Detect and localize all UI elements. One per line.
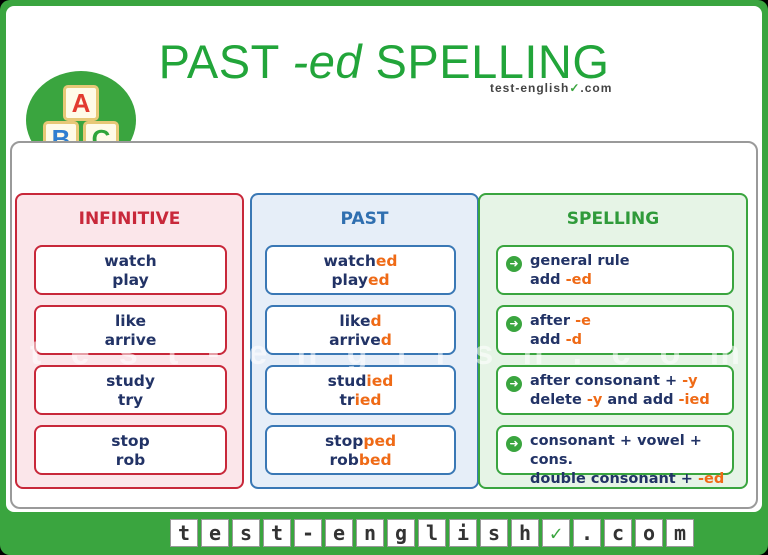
infinitive-header: INFINITIVE [78, 209, 181, 229]
watermark-letter: m [709, 333, 740, 372]
footer-letter-box: o [635, 519, 663, 547]
watermark-letter: o [659, 333, 681, 372]
footer-letter-box: t [170, 519, 198, 547]
brand-logo-text: test-english✓.com [490, 81, 613, 95]
block-a: A [63, 85, 99, 121]
past-card: watched played [265, 245, 456, 295]
infinitive-card: watch play [34, 245, 227, 295]
footer-letter-box: g [387, 519, 415, 547]
watermark: test-english.com [30, 334, 740, 372]
watermark-letter: n [296, 333, 318, 372]
footer-letter-box: n [356, 519, 384, 547]
footer-letter-box: s [480, 519, 508, 547]
infinitive-card: study try [34, 365, 227, 415]
footer-letter-box: - [294, 519, 322, 547]
watermark-letter: t [30, 333, 42, 372]
spelling-rule-card: ➜ after consonant + -y delete -y and add… [496, 365, 734, 415]
watermark-letter: h [522, 333, 544, 372]
watermark-letter: g [346, 333, 368, 372]
footer-brand: t e s t - e n g l i s h ✓. c o m [170, 519, 694, 547]
footer-letter-box: h [511, 519, 539, 547]
arrow-right-icon: ➜ [506, 436, 522, 452]
footer-letter-box: e [325, 519, 353, 547]
footer-letter-box: . [573, 519, 601, 547]
footer-letter-box: ✓ [542, 519, 570, 547]
footer-letter-box: l [418, 519, 446, 547]
past-card: stopped robbed [265, 425, 456, 475]
past-card: studied tried [265, 365, 456, 415]
watermark-letter: t [167, 333, 179, 372]
spelling-rule-card: ➜ consonant + vowel + cons. double conso… [496, 425, 734, 487]
spelling-header: SPELLING [566, 209, 660, 229]
footer-letter-box: c [604, 519, 632, 547]
arrow-right-icon: ➜ [506, 256, 522, 272]
watermark-letter: . [572, 333, 583, 372]
watermark-letter: - [207, 333, 220, 372]
arrow-right-icon: ➜ [506, 316, 522, 332]
past-header: PAST [340, 209, 389, 229]
spelling-rule-card: ➜ general rule add -ed [496, 245, 734, 295]
footer-letter-box: i [449, 519, 477, 547]
watermark-letter: e [70, 333, 90, 372]
arrow-right-icon: ➜ [506, 376, 522, 392]
watermark-letter: i [435, 333, 446, 372]
footer-letter-box: s [232, 519, 260, 547]
footer-letter-box: e [201, 519, 229, 547]
infinitive-card: stop rob [34, 425, 227, 475]
watermark-letter: e [248, 333, 268, 372]
footer-letter-box: m [666, 519, 694, 547]
watermark-letter: l [396, 333, 407, 372]
watermark-letter: c [611, 333, 631, 372]
watermark-letter: s [474, 333, 494, 372]
footer-letter-box: t [263, 519, 291, 547]
watermark-letter: s [118, 333, 138, 372]
